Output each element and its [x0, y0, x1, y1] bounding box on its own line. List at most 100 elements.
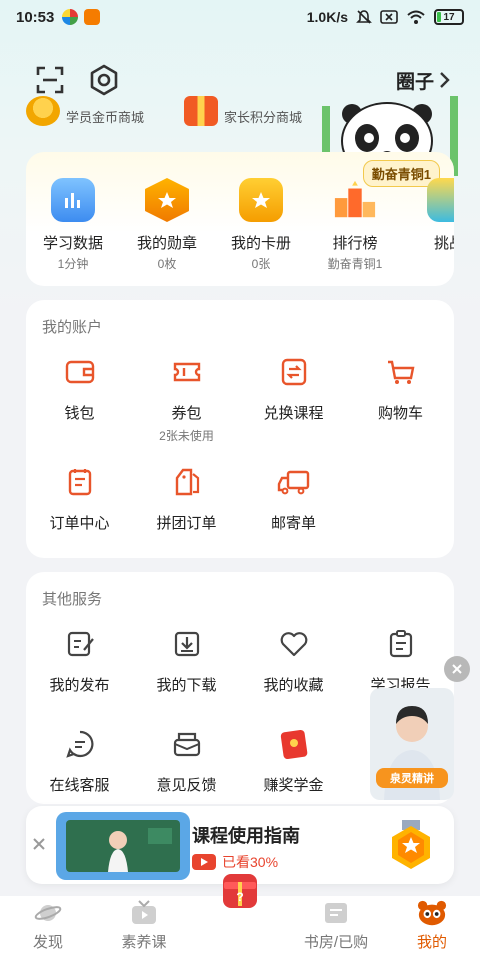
panda-icon — [417, 899, 447, 927]
close-video-button[interactable] — [444, 656, 470, 682]
gift-box-icon — [184, 96, 219, 126]
medal-icon — [145, 178, 189, 222]
chevron-right-icon — [440, 72, 450, 88]
close-icon — [33, 838, 45, 850]
study-label: 我的卡册 — [230, 235, 291, 252]
study-sub: 勤奋青铜1 — [327, 257, 383, 271]
podium-icon — [333, 178, 377, 222]
study-sub: 1分钟 — [57, 257, 89, 271]
my-posts-item[interactable]: 我的发布 — [26, 626, 133, 726]
guide-thumbnail — [56, 812, 190, 880]
tab-label: 素养课 — [121, 934, 167, 951]
bottom-tab-bar: 发现 素养课 ? 书房/已购 我的 — [0, 874, 480, 960]
feedback-icon — [169, 726, 205, 762]
order-icon — [62, 464, 98, 500]
mall-row: 学员金币商城 家长积分商城 — [26, 92, 302, 126]
parent-points-mall[interactable]: 家长积分商城 — [184, 92, 302, 126]
video-tag: 泉灵精讲 — [376, 768, 448, 788]
grid-label: 意见反馈 — [156, 777, 217, 794]
study-card: 勤奋青铜1 学习数据 1分钟 我的勋章 0枚 我的卡册 0张 排行榜 勤奋青铜1… — [26, 152, 454, 286]
my-downloads-item[interactable]: 我的下载 — [133, 626, 240, 726]
study-sub: 0枚 — [157, 257, 177, 271]
grid-label: 钱包 — [64, 405, 95, 422]
exchange-course-item[interactable]: 兑换课程 — [240, 354, 347, 464]
wallet-item[interactable]: 钱包 — [26, 354, 133, 464]
app-notification-icon-2 — [84, 9, 101, 25]
mute-icon — [356, 10, 372, 24]
other-title: 其他服务 — [42, 591, 103, 608]
challenge-item[interactable]: 挑战 — [402, 178, 454, 272]
coupon-item[interactable]: 券包 2张未使用 — [133, 354, 240, 464]
mall-label: 学员金币商城 — [66, 110, 145, 125]
grid-label: 我的收藏 — [263, 677, 324, 694]
study-sub: 0张 — [251, 257, 271, 271]
account-title: 我的账户 — [42, 319, 103, 336]
edit-icon — [62, 626, 98, 662]
play-icon — [192, 854, 216, 870]
classroom-illustration — [66, 820, 180, 872]
chat-icon — [62, 726, 98, 762]
grid-label: 我的发布 — [49, 677, 110, 694]
my-medal-item[interactable]: 我的勋章 0枚 — [120, 178, 214, 272]
study-label: 学习数据 — [42, 235, 103, 252]
planet-icon — [33, 899, 63, 927]
tab-literacy-course[interactable]: 素养课 — [96, 896, 192, 960]
study-data-item[interactable]: 学习数据 1分钟 — [26, 178, 120, 272]
truck-icon — [276, 464, 312, 500]
svg-text:?: ? — [236, 890, 243, 904]
grid-label: 订单中心 — [49, 515, 110, 532]
cart-icon — [383, 354, 419, 390]
guide-close-button[interactable] — [32, 834, 46, 857]
study-label: 排行榜 — [332, 235, 378, 252]
course-guide-bar[interactable]: 课程使用指南 已看30% — [26, 806, 454, 884]
sim-off-icon — [380, 10, 398, 24]
my-card-album-item[interactable]: 我的卡册 0张 — [214, 178, 308, 272]
status-bar: 10:53 1.0K/s 17 — [0, 0, 480, 34]
grid-label: 邮寄单 — [270, 515, 316, 532]
grid-label: 我的下载 — [156, 677, 217, 694]
battery-icon: 17 — [434, 9, 464, 25]
grid-label: 在线客服 — [49, 777, 110, 794]
ticket-icon — [169, 354, 205, 390]
challenge-icon — [427, 178, 454, 222]
my-favorites-item[interactable]: 我的收藏 — [240, 626, 347, 726]
status-time: 10:53 — [16, 8, 55, 26]
floating-video[interactable]: 泉灵精讲 — [370, 688, 454, 800]
guide-progress-text: 已看30% — [222, 854, 279, 870]
account-card: 我的账户 钱包 券包 2张未使用 兑换课程 购物车 订单中心 拼团订单 邮寄单 — [26, 300, 454, 558]
tab-discover[interactable]: 发现 — [0, 896, 96, 960]
wallet-icon — [62, 354, 98, 390]
grid-label: 购物车 — [377, 405, 423, 422]
leaderboard-item[interactable]: 排行榜 勤奋青铜1 — [308, 178, 402, 272]
medal-icon — [392, 820, 430, 869]
tv-icon — [129, 899, 159, 927]
coin-icon — [26, 96, 60, 126]
wifi-icon — [407, 10, 425, 24]
group-order-icon — [169, 464, 205, 500]
tab-label: 书房/已购 — [303, 934, 369, 951]
grid-label: 兑换课程 — [263, 405, 324, 422]
network-speed: 1.0K/s — [306, 9, 348, 25]
cart-item[interactable]: 购物车 — [347, 354, 454, 464]
download-icon — [169, 626, 205, 662]
mail-order-item[interactable]: 邮寄单 — [240, 464, 347, 574]
grid-label: 拼团订单 — [156, 515, 217, 532]
circle-link[interactable]: 圈子 — [396, 67, 450, 94]
tab-label: 发现 — [32, 934, 63, 951]
tab-gift[interactable]: ? — [192, 874, 288, 960]
guide-progress: 已看30% — [192, 852, 278, 872]
circle-label: 圈子 — [395, 71, 434, 93]
clipboard-icon — [383, 626, 419, 662]
scan-icon — [36, 66, 64, 94]
chart-icon — [51, 178, 95, 222]
app-notification-icon — [62, 9, 79, 25]
order-center-item[interactable]: 订单中心 — [26, 464, 133, 574]
guide-title: 课程使用指南 — [192, 826, 300, 846]
student-coin-mall[interactable]: 学员金币商城 — [26, 92, 144, 126]
tab-bookroom[interactable]: 书房/已购 — [288, 896, 384, 960]
tab-label: 我的 — [416, 934, 447, 951]
grid-label: 券包 — [171, 405, 202, 422]
grid-label: 赚奖学金 — [263, 777, 324, 794]
tab-mine[interactable]: 我的 — [384, 896, 480, 960]
group-order-item[interactable]: 拼团订单 — [133, 464, 240, 574]
